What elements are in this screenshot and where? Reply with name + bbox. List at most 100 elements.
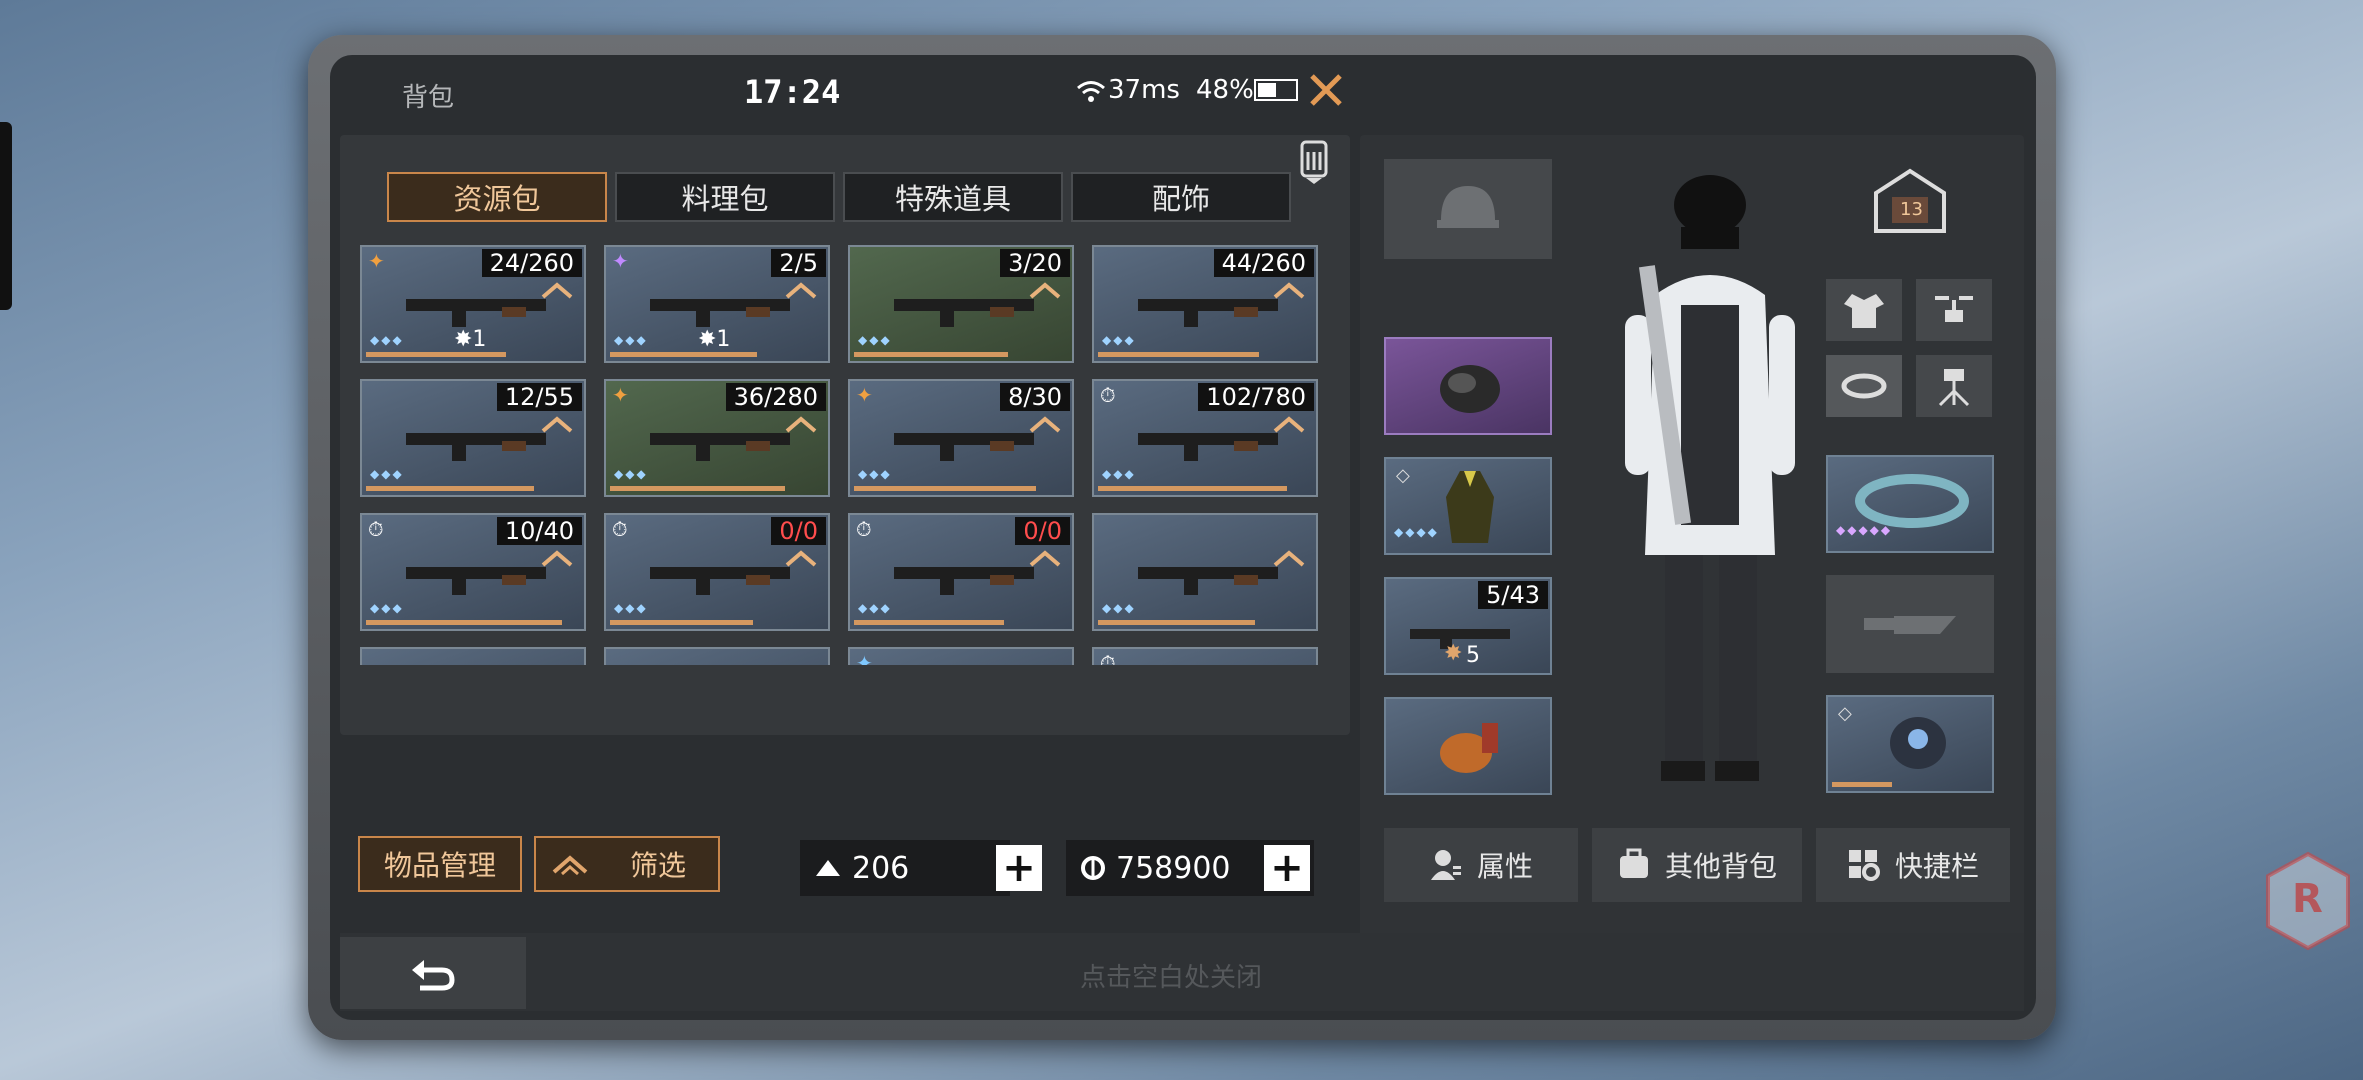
item-grid: ✦ 24/260 ✸1 ◆◆◆ ✦ 2/5 ✸1 ◆◆◆ 3/20 ◆◆◆ 44/260 ◆◆◆ 12/… [360, 245, 1330, 665]
attributes-button[interactable]: 属性 [1384, 828, 1578, 902]
inventory-item-card[interactable]: 12/55 ◆◆◆ [360, 379, 586, 497]
backpack-item-icon [1440, 365, 1500, 413]
close-icon [1310, 74, 1342, 106]
timer-icon: ⏱ [856, 517, 872, 541]
outfit-slot[interactable] [1826, 279, 1902, 341]
item-icon [1138, 433, 1278, 461]
drone-slot[interactable] [1916, 279, 1992, 341]
ammo-slot[interactable]: 5/43 5 ✸ [1384, 577, 1552, 675]
tab-special-items[interactable]: 特殊道具 [843, 172, 1063, 222]
melee-slot[interactable] [1384, 697, 1552, 795]
tier-badge-icon: ✦ [856, 383, 873, 407]
durability-bar [366, 620, 562, 625]
tap-blank-to-close-hint: 点击空白处关闭 [1080, 963, 1263, 993]
upgrade-chevron-icon [541, 550, 573, 567]
add-gold-button[interactable]: + [1264, 845, 1310, 891]
other-bags-label: 其他背包 [1664, 850, 1777, 883]
quality-dots: ◆◆◆ [858, 601, 892, 615]
pet-slot[interactable]: ◇ [1826, 695, 1994, 793]
quality-dots: ◆◆◆ [614, 333, 648, 347]
inventory-item-card[interactable]: ✦ 36/280 ◆◆◆ [604, 379, 830, 497]
back-button[interactable] [340, 937, 526, 1009]
inventory-item-card[interactable]: ✦ 24/260 ✸1 ◆◆◆ [360, 245, 586, 363]
inventory-item-card[interactable]: ⏱ 0/0 ◆◆◆ [604, 513, 830, 631]
tab-resource-bag[interactable]: 资源包 [387, 172, 607, 222]
battery-percent: 48% [1196, 75, 1254, 105]
gauntlet-icon [1440, 723, 1498, 773]
quality-dots: ◆◆◆ [858, 467, 892, 481]
diamond-icon: ◇ [1396, 465, 1410, 486]
inventory-item-card[interactable]: ✦ 2/5 ✸1 ◆◆◆ [604, 245, 830, 363]
quality-dots: ◆◆◆ [370, 467, 404, 481]
item-count: 44/260 [1213, 249, 1314, 277]
inventory-item-card[interactable]: ⏱ 10/40 ◆◆◆ [360, 513, 586, 631]
item-icon [650, 299, 790, 327]
resource-currency: 206 [800, 840, 1010, 896]
item-level: ✸1 [698, 327, 731, 352]
close-button[interactable] [1286, 55, 1366, 125]
item-count: 0/0 [771, 517, 826, 545]
quality-dots: ◆◆◆ [614, 467, 648, 481]
house-level-badge[interactable]: 13 [1870, 167, 1950, 237]
quickbar-button[interactable]: 快捷栏 [1816, 828, 2010, 902]
clock: 17:24 [744, 73, 841, 111]
inventory-item-card[interactable]: ⏱ 102/780 ◆◆◆ [1092, 379, 1318, 497]
backpack-icon[interactable] [1300, 138, 1328, 186]
tab-cooking-bag[interactable]: 料理包 [615, 172, 835, 222]
add-resource-button[interactable]: + [996, 845, 1042, 891]
item-icon [1138, 299, 1278, 327]
diamond-icon: ◇ [1838, 703, 1852, 724]
bracelet-icon [1855, 474, 1969, 528]
durability-bar [1098, 620, 1255, 625]
turret-slot[interactable] [1916, 355, 1992, 417]
bag-icon [1619, 848, 1648, 878]
drone-icon [1935, 296, 1973, 322]
inventory-item-card[interactable]: 3/20 ◆◆◆ [848, 245, 1074, 363]
item-management-button[interactable]: 物品管理 [358, 836, 522, 892]
inventory-item-card[interactable]: ✦ 8/30 ◆◆◆ [848, 379, 1074, 497]
filter-button[interactable]: 筛选 [534, 836, 720, 892]
inventory-item-card[interactable]: ◆◆◆ [360, 647, 586, 665]
upgrade-chevron-icon [541, 416, 573, 433]
inventory-item-card[interactable]: ⏱◆◆◆ [1092, 647, 1318, 665]
durability-bar [854, 620, 1004, 625]
item-icon [894, 299, 1034, 327]
filter-button-label: 筛选 [630, 849, 687, 882]
durability-bar [1098, 486, 1287, 491]
upgrade-chevron-icon [1273, 550, 1305, 567]
armor-slot[interactable]: ◇ ◆◆◆◆ [1384, 457, 1552, 555]
watermark-logo: R [2262, 850, 2354, 952]
tab-accessories[interactable]: 配饰 [1071, 172, 1291, 222]
item-count: 2/5 [771, 249, 826, 277]
item-icon [650, 433, 790, 461]
item-count: 12/55 [496, 383, 582, 411]
armor-item-icon [1446, 471, 1494, 543]
house-level: 13 [1900, 199, 1923, 220]
timer-icon: ⏱ [1100, 383, 1116, 407]
backpack-slot[interactable] [1384, 337, 1552, 435]
pet-robot-icon [1890, 717, 1946, 769]
item-count: 36/280 [725, 383, 826, 411]
resource-amount: 206 [852, 850, 910, 886]
upgrade-chevron-icon [1029, 282, 1061, 299]
bracelet-slot[interactable]: ◆◆◆◆◆ [1826, 455, 1994, 553]
inventory-item-card[interactable]: ✦◆◆◆ [848, 647, 1074, 665]
other-bags-button[interactable]: 其他背包 [1592, 828, 1802, 902]
durability-bar [854, 486, 1036, 491]
inventory-item-card[interactable]: 44/260 ◆◆◆ [1092, 245, 1318, 363]
inventory-item-card[interactable]: ⏱ 0/0 ◆◆◆ [848, 513, 1074, 631]
helmet-slot[interactable] [1384, 159, 1552, 259]
quality-dots: ◆◆◆ [1102, 601, 1136, 615]
knife-slot[interactable] [1826, 575, 1994, 673]
ring-slot[interactable] [1826, 355, 1902, 417]
inventory-item-card[interactable]: ◆◆◆ [1092, 513, 1318, 631]
upgrade-chevron-icon [541, 282, 573, 299]
item-count: 3/20 [1000, 249, 1070, 277]
inventory-item-card[interactable]: ◆◆◆ [604, 647, 830, 665]
side-handle[interactable] [0, 122, 12, 310]
item-icon [894, 567, 1034, 595]
item-count: 102/780 [1198, 383, 1314, 411]
item-count: 0/0 [1015, 517, 1070, 545]
item-count: 8/30 [1000, 383, 1070, 411]
quality-dots: ◆◆◆◆◆ [1836, 523, 1893, 537]
